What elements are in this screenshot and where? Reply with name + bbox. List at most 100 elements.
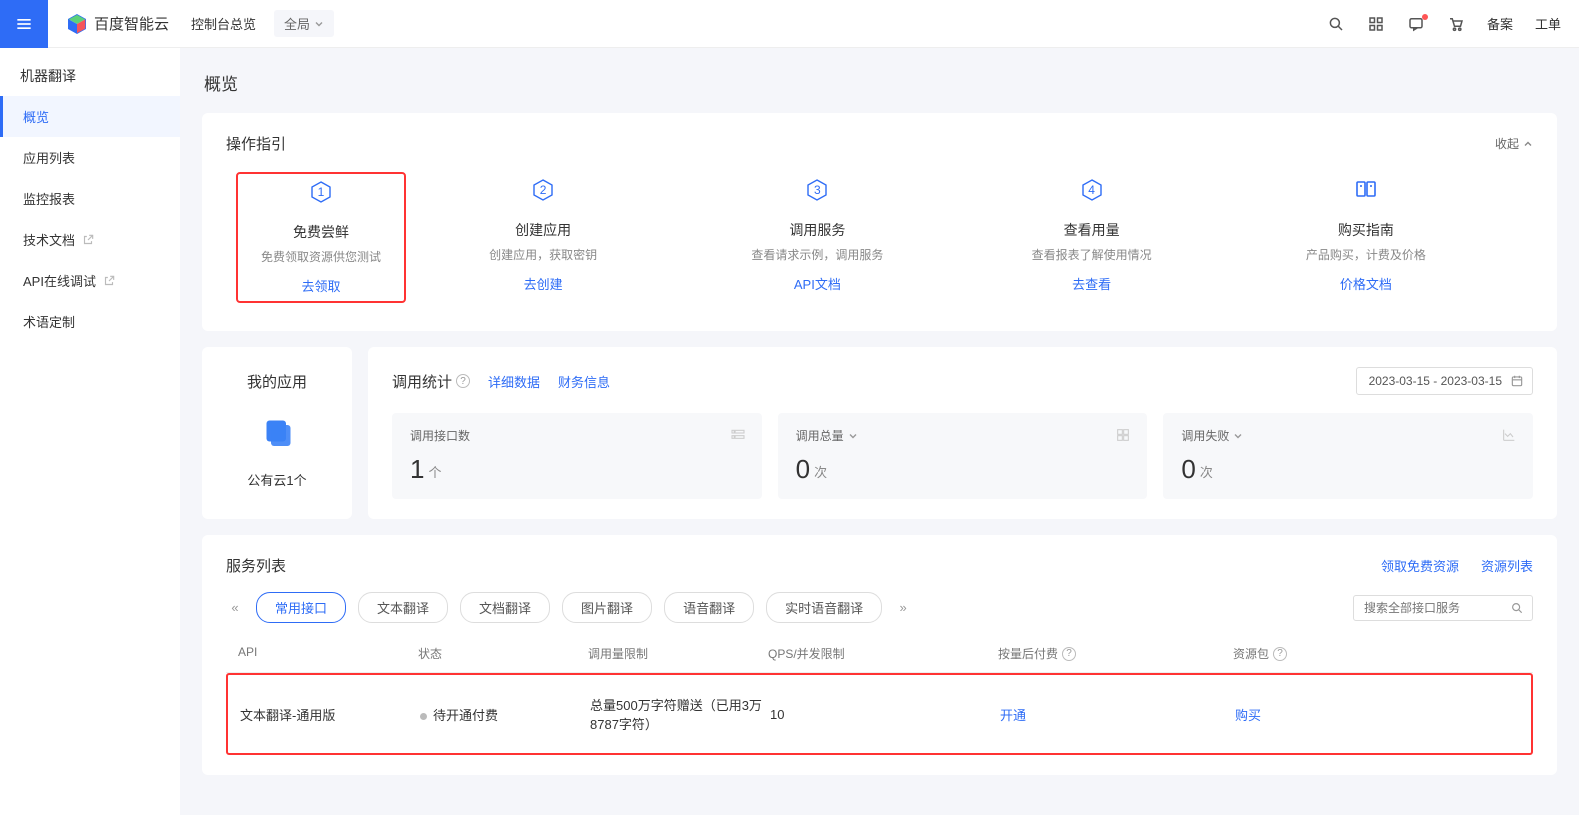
date-range-picker[interactable]: 2023-03-15 - 2023-03-15 [1356,367,1533,395]
row-purchase-link[interactable]: 购买 [1235,708,1261,723]
step-action-link[interactable]: 去创建 [410,274,676,293]
step-desc: 产品购买，计费及价格 [1233,246,1499,264]
col-status: 状态 [418,645,588,662]
sidebar-item-overview[interactable]: 概览 [0,96,180,137]
menu-icon [14,14,34,34]
guide-step-call-service: 3 调用服务 查看请求示例，调用服务 API文档 [680,172,954,303]
stat-card-total: 调用总量 0次 [778,413,1148,499]
help-icon[interactable]: ? [1062,647,1076,661]
step-action-link[interactable]: API文档 [684,274,950,293]
tabs-scroll-right[interactable]: » [894,599,912,617]
tab-text-translate[interactable]: 文本翻译 [358,592,448,623]
resource-list-link[interactable]: 资源列表 [1481,556,1533,575]
search-button[interactable] [1327,15,1345,33]
guide-title: 操作指引 [226,133,286,154]
sidebar-item-reports[interactable]: 监控报表 [0,178,180,219]
guide-steps: 1 免费尝鲜 免费领取资源供您测试 去领取 2 创建应用 创建应用，获取密钥 去… [226,172,1533,311]
sidebar-item-label: 应用列表 [23,148,75,167]
col-pkg-label: 资源包 [1233,645,1269,662]
tab-realtime-speech[interactable]: 实时语音翻译 [766,592,882,623]
scope-select[interactable]: 全局 [274,10,334,37]
layers-icon [1115,427,1131,443]
date-range-value: 2023-03-15 - 2023-03-15 [1369,374,1502,388]
service-list-card: 服务列表 领取免费资源 资源列表 « 常用接口 文本翻译 文档翻译 图片翻译 语… [202,535,1557,775]
row-api-name: 文本翻译-通用版 [240,705,420,724]
external-link-icon [102,274,116,288]
sidebar-item-api-debug[interactable]: API在线调试 [0,260,180,301]
grid-icon [1367,15,1385,33]
step-number: 2 [531,178,555,202]
brand-logo[interactable]: 百度智能云 [66,13,169,35]
external-link-icon [81,233,95,247]
sidebar-item-apps[interactable]: 应用列表 [0,137,180,178]
service-search[interactable] [1353,595,1533,621]
beian-link[interactable]: 备案 [1487,14,1513,33]
tab-speech-translate[interactable]: 语音翻译 [664,592,754,623]
guide-step-purchase: 购买指南 产品购买，计费及价格 价格文档 [1229,172,1503,303]
step-title: 购买指南 [1233,220,1499,240]
sidebar: 机器翻译 概览 应用列表 监控报表 技术文档 API在线调试 术语定制 [0,48,180,815]
chevron-down-icon[interactable] [1233,431,1243,441]
stat-unit: 次 [814,462,827,481]
guide-step-create-app: 2 创建应用 创建应用，获取密钥 去创建 [406,172,680,303]
table-row: 文本翻译-通用版 待开通付费 总量500万字符赠送（已用3万8787字符） 10… [228,675,1531,753]
chevron-down-icon[interactable] [848,431,858,441]
apps-button[interactable] [1367,15,1385,33]
sidebar-item-docs[interactable]: 技术文档 [0,219,180,260]
stats-card: 调用统计 ? 详细数据 财务信息 2023-03-15 - 2023-03-15… [368,347,1557,519]
step-action-link[interactable]: 去查看 [959,274,1225,293]
topbar-actions: 备案 工单 [1327,14,1561,33]
step-action-link[interactable]: 价格文档 [1233,274,1499,293]
step-title: 调用服务 [684,220,950,240]
notifications-button[interactable] [1407,15,1425,33]
cart-button[interactable] [1447,15,1465,33]
stat-label: 调用总量 [796,427,844,444]
row-enable-link[interactable]: 开通 [1000,708,1026,723]
free-resources-link[interactable]: 领取免费资源 [1381,556,1459,575]
chevron-up-icon [1523,139,1533,149]
guide-card: 操作指引 收起 1 免费尝鲜 免费领取资源供您测试 去领取 2 创建应用 创建应… [202,113,1557,331]
console-title: 控制台总览 [191,14,256,33]
tab-doc-translate[interactable]: 文档翻译 [460,592,550,623]
service-list-title: 服务列表 [226,555,286,576]
trend-icon [1501,427,1517,443]
stat-unit: 个 [428,462,441,481]
step-number: 4 [1080,178,1104,202]
cart-icon [1447,15,1465,33]
tab-common-api[interactable]: 常用接口 [256,592,346,623]
tab-image-translate[interactable]: 图片翻译 [562,592,652,623]
row-status-text: 待开通付费 [433,708,498,723]
collapse-label: 收起 [1495,135,1519,152]
calendar-icon [1510,374,1524,388]
stat-card-failures: 调用失败 0次 [1163,413,1533,499]
sidebar-item-terms[interactable]: 术语定制 [0,301,180,342]
app-stack-icon [259,416,295,452]
stat-value: 1 [410,454,424,485]
row-limit: 总量500万字符赠送（已用3万8787字符） [590,695,770,733]
menu-toggle-button[interactable] [0,0,48,48]
chevron-down-icon [314,19,324,29]
service-row-highlight: 文本翻译-通用版 待开通付费 总量500万字符赠送（已用3万8787字符） 10… [226,673,1533,755]
stats-title: 调用统计 ? [392,371,470,392]
brand-name: 百度智能云 [94,13,169,34]
sidebar-item-label: API在线调试 [23,271,96,290]
step-action-link[interactable]: 去领取 [242,276,400,295]
topbar: 百度智能云 控制台总览 全局 备案 工单 [0,0,1579,48]
tabs-scroll-left[interactable]: « [226,599,244,617]
stats-detail-link[interactable]: 详细数据 [488,372,540,391]
scope-label: 全局 [284,14,310,33]
main-content: 概览 操作指引 收起 1 免费尝鲜 免费领取资源供您测试 去领取 2 [180,48,1579,815]
step-number: 1 [309,180,333,204]
search-icon [1327,15,1345,33]
step-desc: 查看请求示例，调用服务 [684,246,950,264]
guide-collapse-button[interactable]: 收起 [1495,135,1533,152]
help-icon[interactable]: ? [456,374,470,388]
stats-finance-link[interactable]: 财务信息 [558,372,610,391]
ticket-link[interactable]: 工单 [1535,14,1561,33]
step-number: 3 [805,178,829,202]
service-search-input[interactable] [1364,601,1504,615]
stat-value: 0 [1181,454,1195,485]
help-icon[interactable]: ? [1273,647,1287,661]
book-icon [1354,178,1378,202]
col-qps: QPS/并发限制 [768,645,998,662]
